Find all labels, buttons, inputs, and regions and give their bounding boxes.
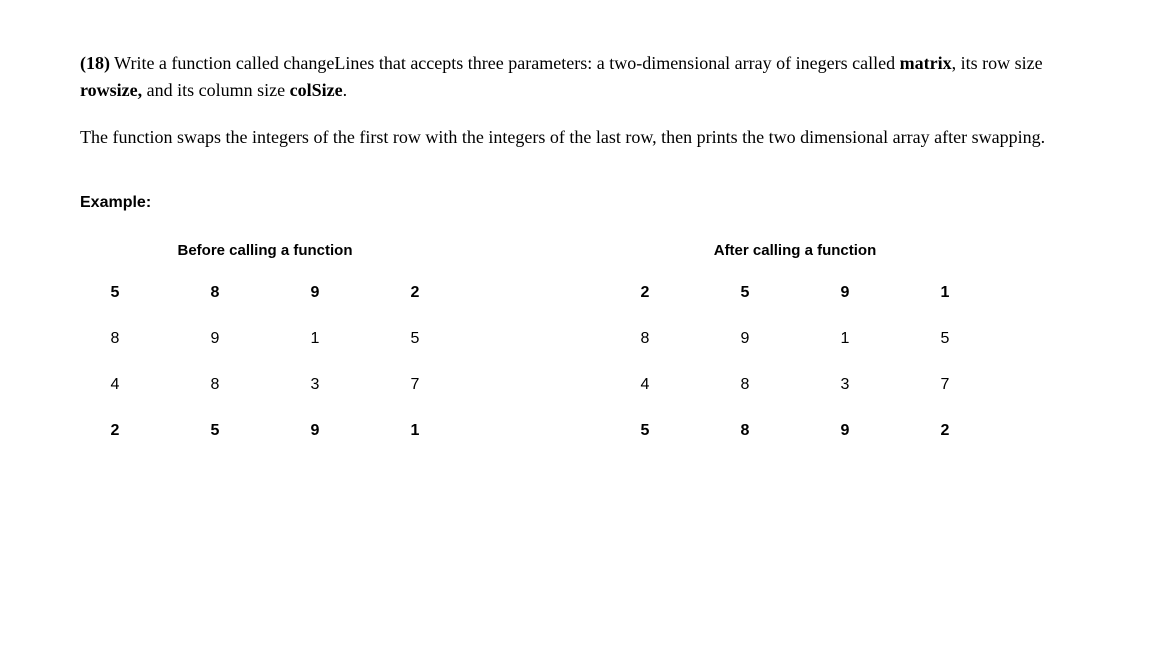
example-label: Example: (80, 191, 1090, 215)
after-caption: After calling a function (714, 240, 877, 263)
cell: 1 (910, 281, 980, 305)
cell: 8 (180, 373, 250, 397)
description-paragraph: The function swaps the integers of the f… (80, 124, 1090, 151)
cell: 2 (380, 281, 450, 305)
after-table-block: After calling a function 2 5 9 1 8 9 1 5… (610, 240, 980, 443)
before-caption: Before calling a function (177, 240, 352, 263)
cell: 5 (710, 281, 780, 305)
cell: 4 (610, 373, 680, 397)
question-text-2: , its row size (952, 53, 1043, 73)
cell: 8 (710, 419, 780, 443)
cell: 5 (80, 281, 150, 305)
question-text-1: Write a function called changeLines that… (110, 53, 900, 73)
cell: 9 (710, 327, 780, 351)
cell: 3 (280, 373, 350, 397)
keyword-matrix: matrix (900, 53, 952, 73)
cell: 9 (280, 281, 350, 305)
cell: 7 (380, 373, 450, 397)
cell: 1 (810, 327, 880, 351)
question-paragraph: (18) Write a function called changeLines… (80, 50, 1090, 104)
cell: 7 (910, 373, 980, 397)
cell: 8 (180, 281, 250, 305)
cell: 4 (80, 373, 150, 397)
keyword-colsize: colSize (290, 80, 343, 100)
cell: 9 (810, 281, 880, 305)
cell: 8 (80, 327, 150, 351)
keyword-rowsize: rowsize, (80, 80, 142, 100)
cell: 2 (80, 419, 150, 443)
question-text-3: and its column size (142, 80, 289, 100)
before-matrix: 5 8 9 2 8 9 1 5 4 8 3 7 2 5 9 1 (80, 281, 450, 443)
cell: 5 (910, 327, 980, 351)
cell: 9 (180, 327, 250, 351)
cell: 2 (610, 281, 680, 305)
cell: 5 (610, 419, 680, 443)
question-number: (18) (80, 53, 110, 73)
cell: 5 (180, 419, 250, 443)
cell: 8 (610, 327, 680, 351)
cell: 3 (810, 373, 880, 397)
after-matrix: 2 5 9 1 8 9 1 5 4 8 3 7 5 8 9 2 (610, 281, 980, 443)
cell: 5 (380, 327, 450, 351)
cell: 1 (380, 419, 450, 443)
cell: 8 (710, 373, 780, 397)
before-table-block: Before calling a function 5 8 9 2 8 9 1 … (80, 240, 450, 443)
cell: 9 (280, 419, 350, 443)
cell: 2 (910, 419, 980, 443)
cell: 9 (810, 419, 880, 443)
cell: 1 (280, 327, 350, 351)
tables-row: Before calling a function 5 8 9 2 8 9 1 … (80, 240, 1090, 443)
question-text-4: . (343, 80, 348, 100)
